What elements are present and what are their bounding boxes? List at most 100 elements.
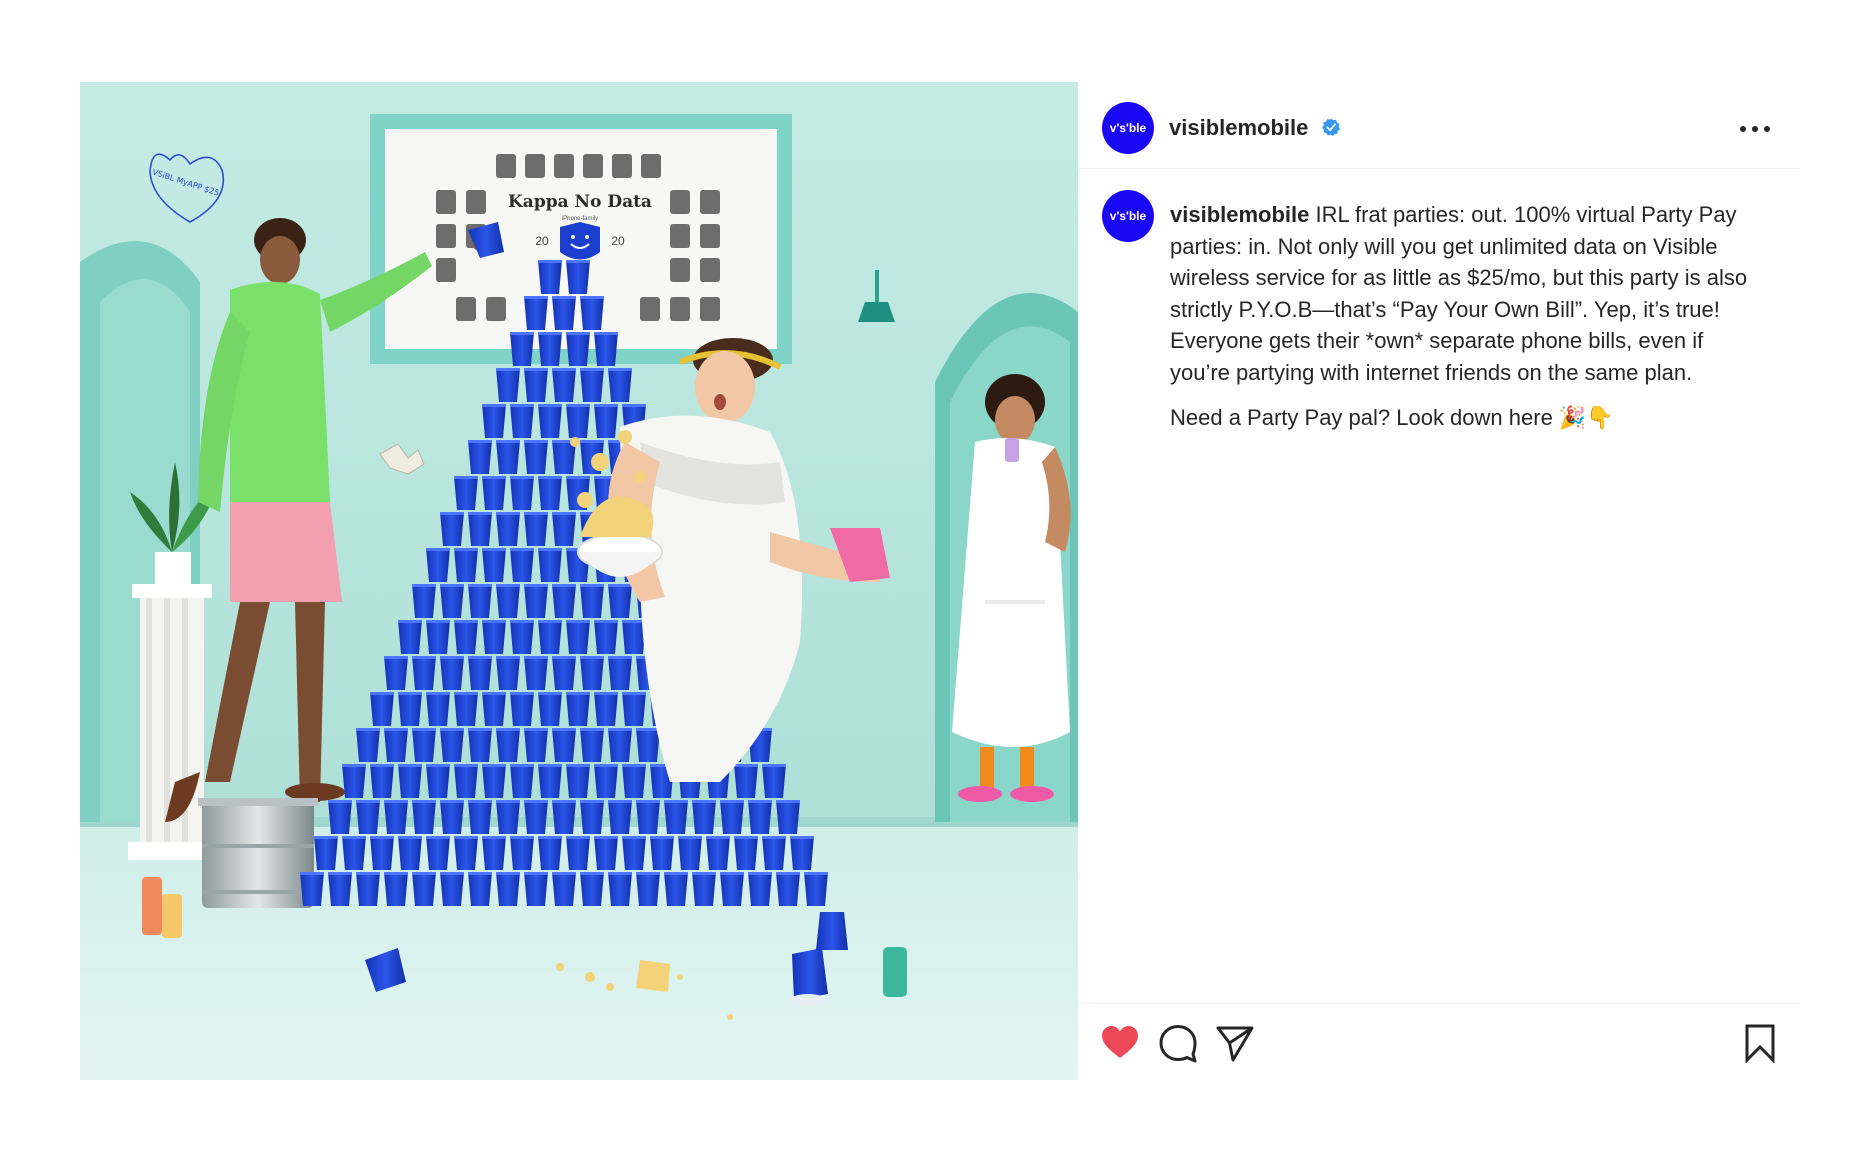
caption-text: IRL frat parties: out. 100% virtual Part… <box>1170 202 1748 385</box>
cup <box>636 800 660 834</box>
cup <box>412 800 436 834</box>
comment-button[interactable] <box>1158 1023 1198 1063</box>
cup <box>454 548 478 582</box>
cup <box>636 872 660 906</box>
cup <box>454 692 478 726</box>
cup <box>580 584 604 618</box>
cup <box>510 836 534 870</box>
cup <box>566 764 590 798</box>
poster-year-right: 20 <box>611 234 625 248</box>
cup <box>468 656 492 690</box>
profile-avatar[interactable]: v's'ble <box>1102 102 1154 154</box>
profile-username[interactable]: visiblemobile <box>1169 115 1308 141</box>
cup <box>482 548 506 582</box>
cup <box>776 872 800 906</box>
poster-subtitle: iPhone-family <box>562 216 598 222</box>
cup <box>510 620 534 654</box>
cup <box>496 440 520 474</box>
cup <box>608 368 632 402</box>
cup <box>496 656 520 690</box>
post-header: v's'ble visiblemobile <box>1078 82 1800 169</box>
cup <box>482 836 506 870</box>
cup <box>426 764 450 798</box>
cup <box>538 332 562 366</box>
cup <box>510 332 534 366</box>
cup <box>748 872 772 906</box>
bookmark-icon <box>1745 1024 1775 1063</box>
caption-avatar[interactable]: v's'ble <box>1102 190 1154 242</box>
cup <box>412 728 436 762</box>
cup <box>692 800 716 834</box>
cup <box>524 800 548 834</box>
comment-bubble-icon <box>1159 1025 1197 1063</box>
cup <box>552 368 576 402</box>
cup <box>496 872 520 906</box>
like-button[interactable] <box>1100 1023 1140 1063</box>
cup <box>496 800 520 834</box>
cup <box>496 728 520 762</box>
cup <box>538 620 562 654</box>
cup <box>482 476 506 510</box>
post-caption: visiblemobile IRL frat parties: out. 100… <box>1170 199 1752 434</box>
save-button[interactable] <box>1740 1023 1780 1063</box>
post-actions-bar <box>1078 1003 1800 1081</box>
cup <box>454 764 478 798</box>
cup <box>510 692 534 726</box>
post-image[interactable]: Kappa No Data iPhone-family 20 20 VSiBL … <box>80 82 1078 1080</box>
cup <box>664 800 688 834</box>
cup <box>762 836 786 870</box>
cup <box>468 872 492 906</box>
cup <box>552 800 576 834</box>
cup <box>482 764 506 798</box>
cup <box>496 584 520 618</box>
cup <box>552 872 576 906</box>
cup <box>734 764 758 798</box>
cup <box>412 872 436 906</box>
cup <box>426 836 450 870</box>
cup <box>594 332 618 366</box>
poster-board: Kappa No Data iPhone-family 20 20 <box>370 114 792 364</box>
share-button[interactable] <box>1215 1023 1255 1063</box>
cup <box>398 764 422 798</box>
cup <box>594 692 618 726</box>
cup <box>706 836 730 870</box>
cup <box>608 872 632 906</box>
cup <box>384 656 408 690</box>
cup <box>524 872 548 906</box>
cup <box>622 836 646 870</box>
more-options-button[interactable] <box>1740 122 1770 136</box>
cup <box>482 620 506 654</box>
cup <box>524 512 548 546</box>
cup <box>356 800 380 834</box>
caption-username[interactable]: visiblemobile <box>1170 202 1309 227</box>
cup <box>300 872 324 906</box>
cup <box>496 368 520 402</box>
cup <box>398 836 422 870</box>
cup <box>594 404 618 438</box>
cup <box>440 728 464 762</box>
cup <box>566 332 590 366</box>
cup <box>370 836 394 870</box>
cup <box>594 620 618 654</box>
cup <box>524 584 548 618</box>
cup <box>496 512 520 546</box>
cup <box>510 548 534 582</box>
cup <box>384 872 408 906</box>
cup <box>692 872 716 906</box>
cup <box>608 584 632 618</box>
cup <box>384 800 408 834</box>
cup <box>524 728 548 762</box>
cup <box>734 836 758 870</box>
cup <box>454 476 478 510</box>
cup <box>552 728 576 762</box>
poster-crest <box>560 222 600 260</box>
cup <box>566 620 590 654</box>
cup <box>524 656 548 690</box>
verified-badge-icon <box>1322 118 1340 136</box>
cup <box>580 800 604 834</box>
poster-title: Kappa No Data <box>508 192 652 212</box>
cup <box>580 728 604 762</box>
cup <box>566 260 590 294</box>
cup <box>468 440 492 474</box>
cup <box>468 800 492 834</box>
